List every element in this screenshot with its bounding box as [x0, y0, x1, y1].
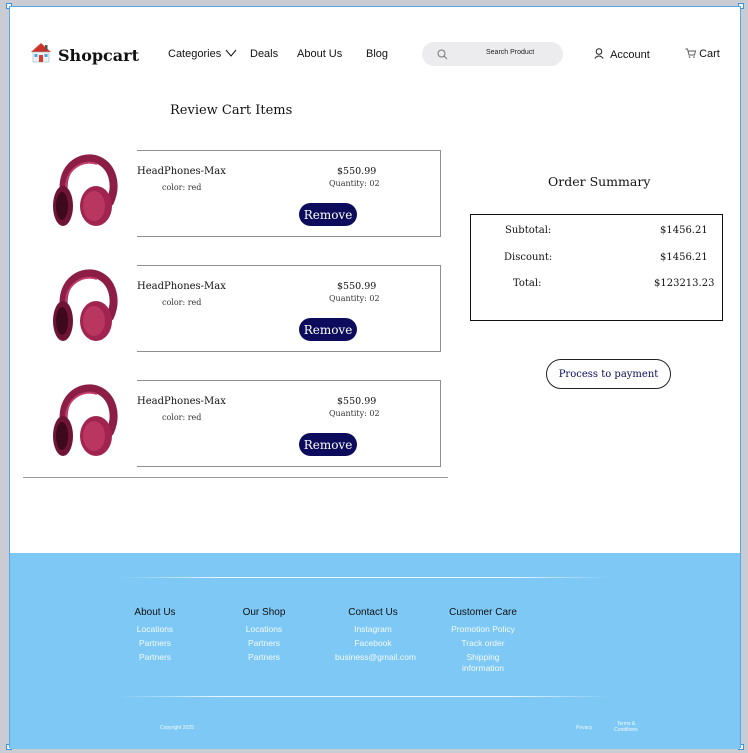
nav-about-us[interactable]: About Us [297, 48, 342, 60]
headphones-image [53, 384, 118, 456]
footer-link[interactable]: Shipping information [456, 652, 510, 674]
order-summary-box: Subtotal: $1456.21 Discount: $1456.21 To… [470, 214, 723, 321]
footer-link[interactable]: Track order [443, 638, 523, 649]
site-header: Shopcart Categories Deals About Us Blog … [10, 7, 740, 77]
footer-link[interactable]: business@gmail.com [335, 652, 416, 663]
remove-button[interactable]: Remove [299, 433, 357, 456]
nav-label: Categories [168, 48, 222, 60]
cart-item: HeadPhones-Max color: red $550.99 Quanti… [137, 265, 441, 352]
account-label: Account [610, 49, 650, 61]
nav-deals[interactable]: Deals [250, 48, 278, 60]
footer-link[interactable]: Partners [125, 652, 185, 663]
product-quantity: Quantity: 02 [329, 294, 380, 303]
product-color: color: red [162, 413, 202, 422]
footer-divider [120, 696, 610, 697]
footer-divider [120, 577, 610, 578]
footer-heading: About Us [134, 607, 176, 618]
site-footer: About Us Locations Partners Partners Our… [10, 553, 740, 749]
discount-value: $1456.21 [660, 252, 708, 263]
nav-blog[interactable]: Blog [366, 48, 388, 60]
product-color: color: red [162, 183, 202, 192]
terms-link[interactable]: Terms & Conditions [610, 721, 642, 733]
cart-link[interactable]: Cart [685, 48, 720, 60]
product-name: HeadPhones-Max [137, 166, 226, 177]
page-frame: Shopcart Categories Deals About Us Blog … [9, 6, 741, 749]
footer-column-care: Customer Care Promotion Policy Track ord… [443, 607, 523, 674]
footer-heading: Contact Us [348, 607, 398, 618]
footer-heading: Customer Care [449, 607, 517, 618]
footer-link[interactable]: Promotion Policy [443, 624, 523, 635]
footer-heading: Our Shop [242, 607, 286, 618]
footer-link[interactable]: Partners [234, 638, 294, 649]
account-link[interactable]: Account [594, 48, 650, 61]
copyright-text: Copyright 2025 [160, 725, 194, 731]
privacy-link[interactable]: Privacy [576, 725, 592, 731]
product-price: $550.99 [337, 166, 377, 177]
remove-button[interactable]: Remove [299, 318, 357, 341]
search-bar[interactable]: Search Product [422, 42, 563, 66]
headphones-image [53, 154, 118, 226]
product-name: HeadPhones-Max [137, 396, 226, 407]
order-summary-title: Order Summary [548, 174, 651, 189]
user-icon [594, 48, 604, 59]
cart-item: HeadPhones-Max color: red $550.99 Quanti… [137, 380, 441, 467]
nav-categories[interactable]: Categories [168, 48, 237, 60]
product-quantity: Quantity: 02 [329, 409, 380, 418]
footer-column-about: About Us Locations Partners Partners [125, 607, 185, 666]
footer-link[interactable]: Facebook [335, 638, 411, 649]
product-quantity: Quantity: 02 [329, 179, 380, 188]
brand-logo[interactable]: Shopcart [30, 40, 139, 65]
product-price: $550.99 [337, 281, 377, 292]
cart-divider [23, 477, 448, 478]
remove-button[interactable]: Remove [299, 203, 357, 226]
process-payment-button[interactable]: Process to payment [546, 359, 671, 389]
brand-name: Shopcart [58, 46, 139, 65]
headphones-image [53, 269, 118, 341]
footer-link[interactable]: Instagram [335, 624, 411, 635]
total-value: $123213.23 [654, 278, 715, 289]
chevron-down-icon [225, 49, 237, 57]
cart-title: Review Cart Items [170, 103, 293, 118]
search-input[interactable]: Search Product [486, 49, 534, 56]
footer-link[interactable]: Partners [234, 652, 294, 663]
cart-label: Cart [699, 48, 720, 60]
product-color: color: red [162, 298, 202, 307]
product-price: $550.99 [337, 396, 377, 407]
footer-link[interactable]: Locations [125, 624, 185, 635]
total-label: Total: [513, 278, 542, 289]
footer-column-shop: Our Shop Locations Partners Partners [234, 607, 294, 666]
discount-label: Discount: [504, 252, 553, 263]
subtotal-value: $1456.21 [660, 225, 708, 236]
cart-icon [685, 48, 697, 58]
subtotal-label: Subtotal: [505, 225, 552, 236]
product-name: HeadPhones-Max [137, 281, 226, 292]
search-icon [437, 49, 448, 60]
house-icon [31, 42, 51, 62]
cart-item: HeadPhones-Max color: red $550.99 Quanti… [137, 150, 441, 237]
footer-link[interactable]: Locations [234, 624, 294, 635]
footer-column-contact: Contact Us Instagram Facebook business@g… [335, 607, 416, 663]
footer-link[interactable]: Partners [125, 638, 185, 649]
